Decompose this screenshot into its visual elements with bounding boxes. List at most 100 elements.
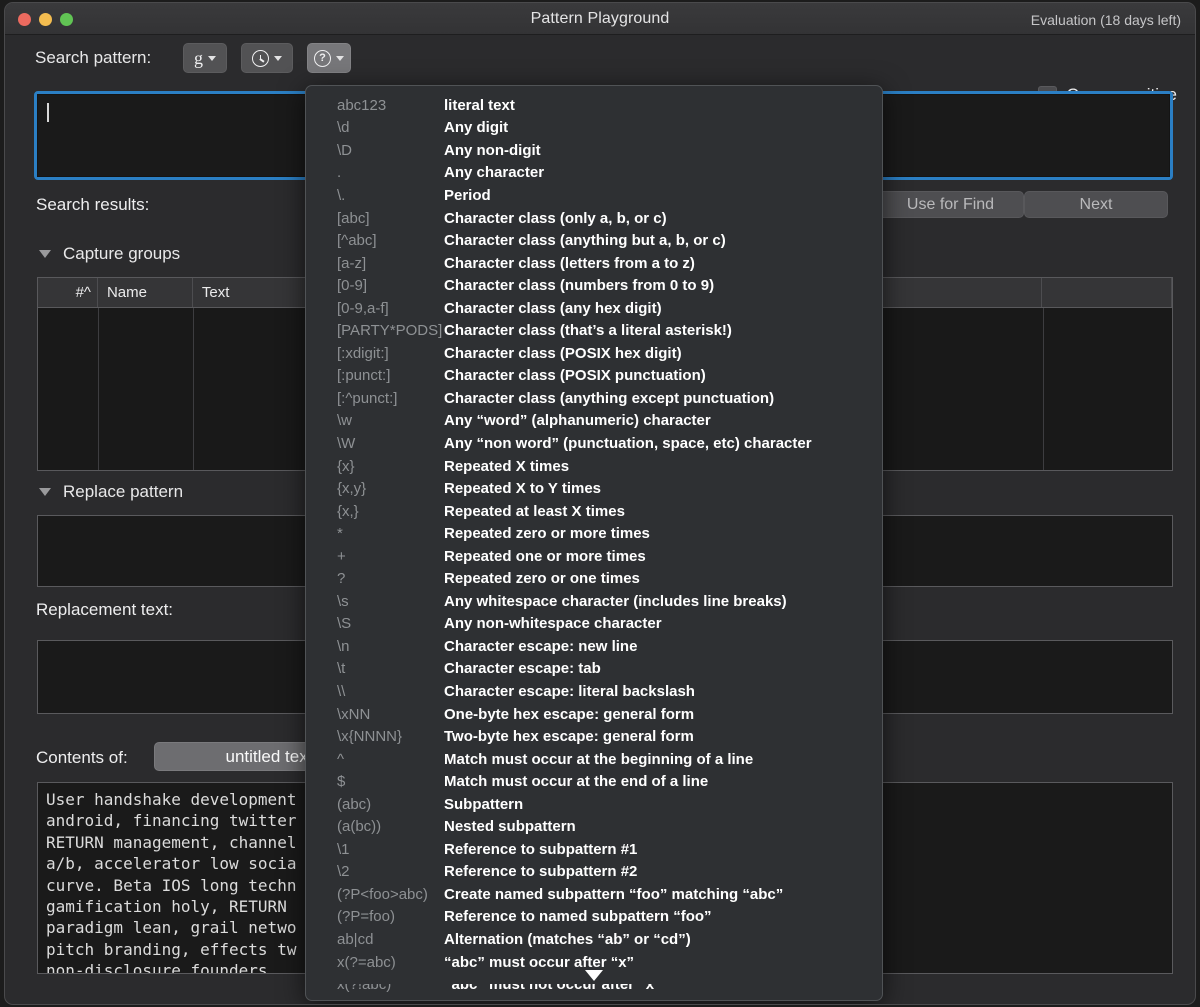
pattern-help-syntax: ^ [337,750,345,768]
pattern-help-description: Any character [444,164,545,182]
pattern-help-row[interactable]: (?P<foo>abc) Create named subpattern “foo… [306,883,882,906]
pattern-toolbar: Search pattern: g ? Case sensitive [5,35,1195,105]
pattern-help-row[interactable]: ^ Match must occur at the beginning of a … [306,748,882,771]
pattern-help-row[interactable]: [0-9] Character class (numbers from 0 to … [306,274,882,297]
pattern-help-syntax: \W [337,434,356,452]
pattern-help-description: Character class (anything but a, b, or c… [444,232,726,250]
pattern-help-row[interactable]: \x{NNNN} Two-byte hex escape: general for… [306,725,882,748]
pattern-help-row[interactable]: [:xdigit:] Character class (POSIX hex dig… [306,342,882,365]
pattern-help-description: Two-byte hex escape: general form [444,728,694,746]
pattern-help-row[interactable]: \t Character escape: tab [306,658,882,681]
pattern-help-syntax: \s [337,592,349,610]
pattern-help-row[interactable]: ab|cd Alternation (matches “ab” or “cd”) [306,928,882,951]
pattern-help-row[interactable]: ? Repeated zero or one times [306,567,882,590]
pattern-help-row[interactable]: * Repeated zero or more times [306,522,882,545]
pattern-help-row[interactable]: $ Match must occur at the end of a line [306,770,882,793]
column-header-name[interactable]: Name [98,278,193,307]
pattern-help-description: Any non-digit [444,141,541,159]
pattern-help-row[interactable]: \xNN One-byte hex escape: general form [306,703,882,726]
pattern-help-row[interactable]: {x,y} Repeated X to Y times [306,477,882,500]
replace-pattern-label: Replace pattern [63,482,184,501]
pattern-help-syntax: [0-9] [337,277,368,295]
pattern-help-row[interactable]: (a(bc)) Nested subpattern [306,816,882,839]
pattern-help-description: Nested subpattern [444,818,576,836]
pattern-help-syntax: ? [337,570,346,588]
pattern-help-syntax: {x} [337,457,355,475]
replace-pattern-disclosure[interactable]: Replace pattern [39,482,183,502]
pattern-help-row[interactable]: \n Character escape: new line [306,635,882,658]
pattern-help-syntax: [abc] [337,209,370,227]
pattern-help-row[interactable]: [a-z] Character class (letters from a to … [306,252,882,275]
pattern-help-syntax: {x,y} [337,480,367,498]
pattern-help-description: Match must occur at the beginning of a l… [444,750,754,768]
search-pattern-label: Search pattern: [35,48,152,67]
clock-icon [252,49,269,67]
column-divider [1043,308,1044,470]
pattern-help-syntax: [^abc] [337,232,377,250]
pattern-help-button[interactable]: ? [307,43,351,73]
pattern-help-row[interactable]: (abc) Subpattern [306,793,882,816]
column-header-extra[interactable] [1042,278,1172,307]
pattern-help-row[interactable]: (?P=foo) Reference to named subpattern “f… [306,906,882,929]
column-divider [98,308,99,470]
pattern-help-row[interactable]: [PARTY*PODS] Character class (that’s a li… [306,319,882,342]
pattern-help-popover[interactable]: abc123 literal text \d Any digit \D Any non-d… [305,85,883,1001]
pattern-help-row[interactable]: \\ Character escape: literal backslash [306,680,882,703]
pattern-help-row[interactable]: \D Any non-digit [306,139,882,162]
pattern-help-syntax: \xNN [337,705,371,723]
pattern-help-row[interactable]: abc123 literal text [306,94,882,117]
pattern-help-row[interactable]: \1 Reference to subpattern #1 [306,838,882,861]
use-for-find-button[interactable]: Use for Find [877,191,1024,218]
pattern-help-row[interactable]: [0-9,a-f] Character class (any hex digit) [306,297,882,320]
pattern-history-button[interactable] [241,43,293,73]
pattern-help-row[interactable]: \S Any non-whitespace character [306,613,882,636]
pattern-help-syntax: [:^punct:] [337,389,398,407]
next-button[interactable]: Next [1024,191,1168,218]
pattern-help-syntax: [:xdigit:] [337,344,389,362]
pattern-help-row[interactable]: [abc] Character class (only a, b, or c) [306,207,882,230]
replacement-text-label: Replacement text: [36,600,174,619]
pattern-help-row[interactable]: {x,} Repeated at least X times [306,500,882,523]
window-titlebar: Pattern Playground Evaluation (18 days l… [5,3,1195,35]
pattern-help-syntax: (?P<foo>abc) [337,885,428,903]
pattern-help-row[interactable]: \2 Reference to subpattern #2 [306,861,882,884]
pattern-help-row[interactable]: + Repeated one or more times [306,545,882,568]
pattern-help-description: Reference to subpattern #2 [444,863,638,881]
pattern-help-row[interactable]: . Any character [306,162,882,185]
scroll-down-arrow-icon[interactable] [306,966,882,984]
capture-groups-disclosure[interactable]: Capture groups [39,244,180,264]
pattern-help-syntax: abc123 [337,96,387,114]
pattern-help-syntax: [:punct:] [337,367,391,385]
pattern-help-syntax: \n [337,637,350,655]
pattern-help-description: Character class (any hex digit) [444,299,662,317]
pattern-help-syntax: \. [337,186,346,204]
pattern-help-row[interactable]: [:punct:] Character class (POSIX punctuat… [306,365,882,388]
pattern-help-row[interactable]: [:^punct:] Character class (anything exce… [306,387,882,410]
pattern-help-description: Repeated zero or more times [444,525,650,543]
chevron-down-icon [274,55,282,61]
pattern-help-row[interactable]: \. Period [306,184,882,207]
pattern-help-syntax: {x,} [337,502,359,520]
scroll-down-triangle [585,969,603,981]
pattern-help-description: Character escape: tab [444,660,601,678]
chevron-down-icon [208,55,216,61]
pattern-help-syntax: \S [337,615,352,633]
pattern-help-row[interactable]: {x} Repeated X times [306,455,882,478]
pattern-help-row[interactable]: \d Any digit [306,117,882,140]
pattern-help-syntax: \\ [337,682,346,700]
column-header-number[interactable]: #^ [38,278,98,307]
app-window: Pattern Playground Evaluation (18 days l… [4,2,1196,1005]
regex-flavor-button[interactable]: g [183,43,227,73]
pattern-help-row[interactable]: \s Any whitespace character (includes lin… [306,590,882,613]
pattern-help-syntax: (?P=foo) [337,908,395,926]
pattern-help-syntax: \w [337,412,352,430]
pattern-help-row[interactable]: [^abc] Character class (anything but a, b… [306,229,882,252]
pattern-help-description: Character class (only a, b, or c) [444,209,667,227]
pattern-help-syntax: + [337,547,346,565]
pattern-help-row[interactable]: \w Any “word” (alphanumeric) character [306,410,882,433]
disclosure-triangle-icon [39,250,51,258]
pattern-help-description: Repeated X times [444,457,570,475]
column-divider [193,308,194,470]
pattern-help-list[interactable]: abc123 literal text \d Any digit \D Any non-d… [306,94,882,1000]
pattern-help-row[interactable]: \W Any “non word” (punctuation, space, et… [306,432,882,455]
